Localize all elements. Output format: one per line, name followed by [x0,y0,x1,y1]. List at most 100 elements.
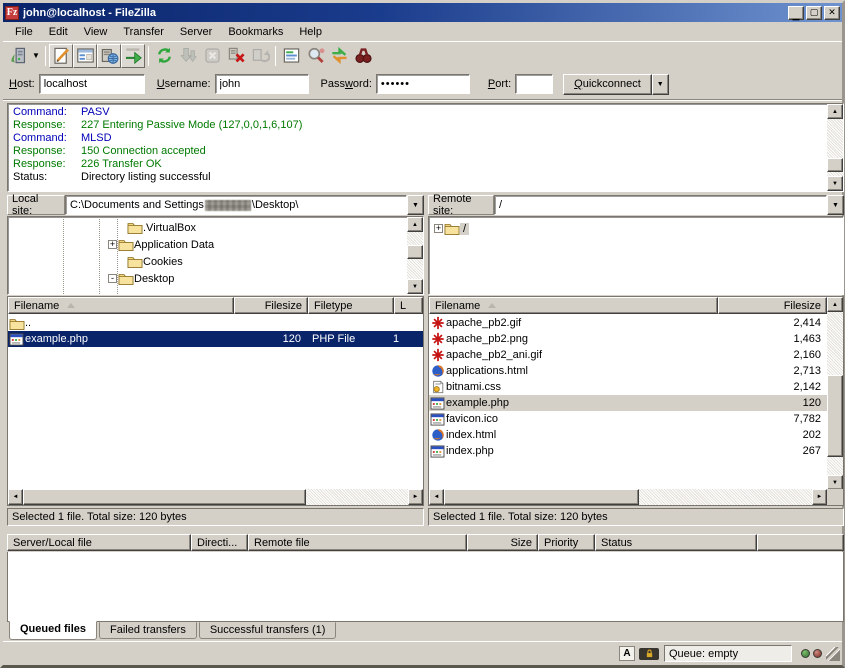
file-row[interactable]: index.php 267 [429,443,827,459]
username-input[interactable] [215,74,309,94]
message-log[interactable]: Command:PASV Response:227 Entering Passi… [7,103,844,192]
minimize-button[interactable]: ▁ [788,6,804,20]
menu-server[interactable]: Server [172,24,220,40]
local-hscrollbar[interactable]: ◄ ► [8,489,423,505]
toggle-message-log-button[interactable] [49,44,73,68]
column-header-filename[interactable]: Filename [8,297,234,314]
scroll-thumb[interactable] [827,158,843,172]
password-input[interactable] [376,74,470,94]
log-vscrollbar[interactable]: ▲ ▼ [827,104,843,191]
menu-bookmarks[interactable]: Bookmarks [220,24,291,40]
toggle-local-tree-button[interactable] [73,44,97,68]
column-header-priority[interactable]: Priority [538,534,595,551]
file-row[interactable]: bitnami.css 2,142 [429,379,827,395]
filter-button[interactable] [279,44,303,68]
file-row-selected[interactable]: example.php 120 [429,395,827,411]
reconnect-button[interactable] [248,44,272,68]
scroll-left-icon[interactable]: ◄ [429,489,444,505]
toggle-remote-tree-button[interactable] [97,44,121,68]
directory-comparison-button[interactable] [303,44,327,68]
maximize-button[interactable]: ▢ [806,6,822,20]
file-row[interactable]: apache_pb2.png 1,463 [429,331,827,347]
scroll-down-icon[interactable]: ▼ [827,176,843,191]
transfer-type-icon[interactable]: A [619,646,635,661]
tree-item-root[interactable]: + / [429,220,843,237]
combo-dropdown-icon[interactable]: ▼ [407,195,424,215]
expand-icon[interactable]: + [108,240,117,249]
menu-transfer[interactable]: Transfer [115,24,172,40]
tab-queued-files[interactable]: Queued files [9,621,97,640]
disconnect-button[interactable] [224,44,248,68]
column-header-filename[interactable]: Filename [429,297,718,314]
site-manager-dropdown[interactable]: ▼ [30,44,42,68]
column-header-remote-file[interactable]: Remote file [248,534,467,551]
remote-path[interactable]: / [494,195,827,215]
file-row-parent-dir[interactable]: .. [8,315,423,331]
file-row[interactable]: apache_pb2_ani.gif 2,160 [429,347,827,363]
column-header-filesize[interactable]: Filesize [718,297,827,314]
local-site-combo[interactable]: C:\Documents and Settings\Desktop\ ▼ [65,195,424,215]
refresh-button[interactable] [152,44,176,68]
scroll-thumb[interactable] [23,489,306,505]
file-row[interactable]: favicon.ico 7,782 [429,411,827,427]
column-header-filetype[interactable]: Filetype [308,297,394,314]
tree-item-virtualbox[interactable]: .VirtualBox [108,219,405,236]
find-files-button[interactable] [351,44,375,68]
encryption-lock-icon[interactable] [639,648,659,660]
scroll-down-icon[interactable]: ▼ [407,279,423,294]
remote-tree[interactable]: + / [428,216,844,295]
file-row-example-php[interactable]: example.php 120 PHP File 1 [8,331,423,347]
scroll-up-icon[interactable]: ▲ [407,217,423,232]
tab-successful-transfers[interactable]: Successful transfers (1) [199,622,337,639]
tree-item-cookies[interactable]: Cookies [108,253,405,270]
local-tree-vscrollbar[interactable]: ▲ ▼ [407,217,423,294]
scroll-right-icon[interactable]: ► [812,489,827,505]
tab-failed-transfers[interactable]: Failed transfers [99,622,197,639]
local-file-list[interactable]: Filename Filesize Filetype L .. example.… [7,296,424,506]
queue-list[interactable] [7,552,844,622]
quickconnect-dropdown[interactable]: ▼ [652,74,669,95]
cancel-button[interactable] [200,44,224,68]
scroll-up-icon[interactable]: ▲ [827,104,843,119]
toggle-queue-button[interactable] [121,44,145,68]
column-header-size[interactable]: Size [467,534,538,551]
remote-file-list[interactable]: Filename Filesize apache_pb2.gif 2,414 a… [428,296,844,506]
scroll-down-icon[interactable]: ▼ [827,475,843,490]
menu-file[interactable]: File [7,24,41,40]
synchronized-browsing-button[interactable] [327,44,351,68]
expand-icon[interactable]: + [434,224,443,233]
file-row[interactable]: applications.html 2,713 [429,363,827,379]
scroll-right-icon[interactable]: ► [408,489,423,505]
host-input[interactable] [39,74,145,94]
column-header-lastmodified[interactable]: L [394,297,423,314]
scroll-up-icon[interactable]: ▲ [827,297,843,312]
remote-vscrollbar[interactable]: ▲ ▼ [827,297,843,490]
scroll-thumb[interactable] [444,489,639,505]
file-row[interactable]: apache_pb2.gif 2,414 [429,315,827,331]
column-header-status[interactable]: Status [595,534,757,551]
close-button[interactable]: ✕ [824,6,840,20]
port-input[interactable] [515,74,553,94]
menu-help[interactable]: Help [291,24,330,40]
quickconnect-button[interactable]: Quickconnect [563,74,652,95]
scroll-thumb[interactable] [827,375,843,457]
remote-site-combo[interactable]: / ▼ [494,195,844,215]
tree-item-application-data[interactable]: + Application Data [108,236,405,253]
local-path[interactable]: C:\Documents and Settings\Desktop\ [65,195,407,215]
process-queue-button[interactable] [176,44,200,68]
column-header-server-local-file[interactable]: Server/Local file [7,534,191,551]
combo-dropdown-icon[interactable]: ▼ [827,195,844,215]
menu-view[interactable]: View [76,24,116,40]
local-tree[interactable]: .VirtualBox + Application Data Cookies -… [7,216,424,295]
column-header-filesize[interactable]: Filesize [234,297,308,314]
file-row[interactable]: index.html 202 [429,427,827,443]
remote-hscrollbar[interactable]: ◄ ► [429,489,827,505]
title-bar[interactable]: Fz john@localhost - FileZilla ▁ ▢ ✕ [3,3,842,22]
resize-grip[interactable] [826,647,840,661]
tree-item-desktop[interactable]: - Desktop [108,270,405,287]
menu-edit[interactable]: Edit [41,24,76,40]
column-header-direction[interactable]: Directi... [191,534,248,551]
site-manager-button[interactable] [6,44,30,68]
scroll-thumb[interactable] [407,245,423,259]
collapse-icon[interactable]: - [108,274,117,283]
